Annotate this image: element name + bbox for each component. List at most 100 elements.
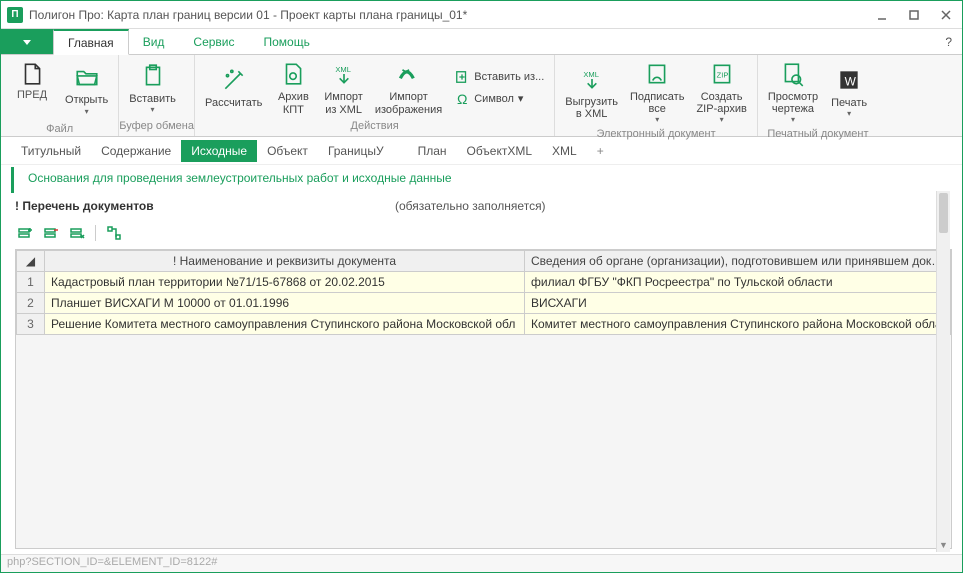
zip-icon: ZIP	[707, 59, 737, 89]
subtab-add[interactable]: +	[587, 140, 614, 162]
scroll-down-icon[interactable]: ▼	[937, 538, 950, 552]
subtab-plan[interactable]: План	[408, 140, 457, 162]
preview-drawing-button[interactable]: Просмотр чертежа ▾	[762, 57, 824, 126]
docs-field-label: ! Перечень документов	[15, 199, 395, 213]
paste-button[interactable]: Вставить ▾	[123, 59, 182, 116]
grid-toolbar	[15, 219, 952, 249]
maximize-button[interactable]	[904, 5, 924, 25]
subtabs: Титульный Содержание Исходные Объект Гра…	[1, 137, 962, 165]
image-import-icon	[394, 59, 424, 89]
tab-main[interactable]: Главная	[53, 29, 129, 55]
print-button[interactable]: W Печать ▾	[824, 63, 874, 120]
calculate-button[interactable]: Рассчитать	[199, 63, 268, 111]
chevron-down-icon: ▾	[85, 107, 89, 116]
pred-label: ПРЕД	[11, 89, 53, 101]
table-row[interactable]: 3 Решение Комитета местного самоуправлен…	[17, 314, 951, 335]
ribbon-group-file-label: Файл	[1, 123, 118, 136]
tab-view[interactable]: Вид	[129, 29, 180, 54]
subtab-borders[interactable]: ГраницыУ	[318, 140, 394, 162]
add-row-button[interactable]	[15, 223, 35, 243]
ribbon: ПРЕД Открыть ▾ Файл Вставить ▾ Буфер обм…	[1, 55, 962, 137]
ribbon-group-clipboard-label: Буфер обмена	[119, 120, 194, 136]
row-number: 2	[17, 293, 45, 314]
grid-corner[interactable]: ◢	[17, 251, 45, 272]
subtab-content[interactable]: Содержание	[91, 140, 181, 162]
ribbon-group-clipboard: Вставить ▾ Буфер обмена	[119, 55, 195, 136]
ribbon-group-print-label: Печатный документ	[758, 128, 878, 140]
subtab-title[interactable]: Титульный	[11, 140, 91, 162]
cell-name[interactable]: Кадастровый план территории №71/15-67868…	[45, 272, 525, 293]
close-button[interactable]	[936, 5, 956, 25]
export-xml-button[interactable]: XML Выгрузить в XML	[559, 62, 624, 122]
cell-name[interactable]: Решение Комитета местного самоуправления…	[45, 314, 525, 335]
chevron-down-icon: ▾	[720, 115, 724, 124]
subtab-object[interactable]: Объект	[257, 140, 318, 162]
menubar: Главная Вид Сервис Помощь ?	[1, 29, 962, 55]
cell-org[interactable]: филиал ФГБУ "ФКП Росреестра" по Тульской…	[525, 272, 951, 293]
documents-grid[interactable]: ◢ ! Наименование и реквизиты документа С…	[15, 249, 952, 549]
svg-text:W: W	[845, 74, 857, 88]
window-title: Полигон Про: Карта план границ версии 01…	[29, 8, 872, 22]
create-zip-button[interactable]: ZIP Создать ZIP-архив ▾	[690, 57, 752, 126]
row-number: 1	[17, 272, 45, 293]
sign-all-button[interactable]: Подписать все ▾	[624, 57, 690, 126]
folder-open-icon	[72, 62, 102, 92]
vertical-scrollbar[interactable]: ▲ ▼	[936, 191, 950, 552]
omega-icon: Ω	[454, 91, 470, 107]
word-icon: W	[834, 65, 864, 95]
app-icon: П	[7, 7, 23, 23]
minimize-button[interactable]	[872, 5, 892, 25]
structure-button[interactable]	[104, 223, 124, 243]
preview-icon	[778, 59, 808, 89]
subtab-objectxml[interactable]: ОбъектXML	[457, 140, 543, 162]
chevron-down-icon: ▾	[518, 92, 524, 105]
tab-help[interactable]: Помощь	[250, 29, 325, 54]
insert-icon	[454, 69, 470, 85]
titlebar: П Полигон Про: Карта план границ версии …	[1, 1, 962, 29]
ribbon-group-edoc-label: Электронный документ	[555, 128, 757, 140]
content-area: ! Перечень документов (обязательно запол…	[1, 199, 962, 549]
grid-col-name[interactable]: ! Наименование и реквизиты документа	[45, 251, 525, 272]
copy-row-button[interactable]	[67, 223, 87, 243]
chevron-down-icon: ▾	[791, 115, 795, 124]
chevron-down-icon: ▾	[655, 115, 659, 124]
kpt-archive-button[interactable]: Архив КПТ	[268, 57, 318, 117]
subtab-source[interactable]: Исходные	[181, 140, 257, 162]
import-xml-button[interactable]: XML Импорт из XML	[318, 57, 368, 117]
ribbon-group-file: ПРЕД Открыть ▾ Файл	[1, 55, 119, 136]
section-title: Основания для проведения землеустроитель…	[11, 167, 952, 193]
insert-from-button[interactable]: Вставить из...	[450, 67, 548, 87]
cell-name[interactable]: Планшет ВИСХАГИ М 10000 от 01.01.1996	[45, 293, 525, 314]
scrollbar-thumb[interactable]	[939, 193, 948, 233]
wand-icon	[219, 65, 249, 95]
document-icon	[17, 59, 47, 89]
delete-row-button[interactable]	[41, 223, 61, 243]
import-image-button[interactable]: Импорт изображения	[369, 57, 448, 117]
subtab-xml[interactable]: XML	[542, 140, 587, 162]
cell-org[interactable]: ВИСХАГИ	[525, 293, 951, 314]
clipboard-icon	[138, 61, 168, 91]
new-doc-button[interactable]: ПРЕД	[5, 57, 59, 121]
tab-service[interactable]: Сервис	[179, 29, 249, 54]
svg-text:XML: XML	[583, 69, 599, 78]
table-row[interactable]: 1 Кадастровый план территории №71/15-678…	[17, 272, 951, 293]
cell-org[interactable]: Комитет местного самоуправления Ступинск…	[525, 314, 951, 335]
file-menu-tab[interactable]	[1, 29, 53, 54]
svg-text:ZIP: ZIP	[716, 70, 728, 79]
docs-field-hint: (обязательно заполняется)	[395, 199, 546, 213]
open-button[interactable]: Открыть ▾	[59, 60, 114, 117]
xml-export-icon: XML	[577, 64, 607, 94]
svg-text:XML: XML	[335, 65, 351, 74]
sign-icon	[642, 59, 672, 89]
ribbon-group-actions-label: Действия	[195, 120, 554, 136]
grid-col-org[interactable]: Сведения об органе (организации), подгот…	[525, 251, 951, 272]
chevron-down-icon: ▾	[151, 105, 155, 114]
table-row[interactable]: 2 Планшет ВИСХАГИ М 10000 от 01.01.1996 …	[17, 293, 951, 314]
symbol-button[interactable]: Ω Символ ▾	[450, 89, 548, 109]
help-button[interactable]: ?	[935, 29, 962, 54]
row-number: 3	[17, 314, 45, 335]
chevron-down-icon: ▾	[847, 109, 851, 118]
xml-import-icon: XML	[329, 59, 359, 89]
ribbon-group-actions: Рассчитать Архив КПТ XML Импорт из XML И…	[195, 55, 555, 136]
ribbon-group-edoc: XML Выгрузить в XML Подписать все ▾ ZIP …	[555, 55, 758, 136]
